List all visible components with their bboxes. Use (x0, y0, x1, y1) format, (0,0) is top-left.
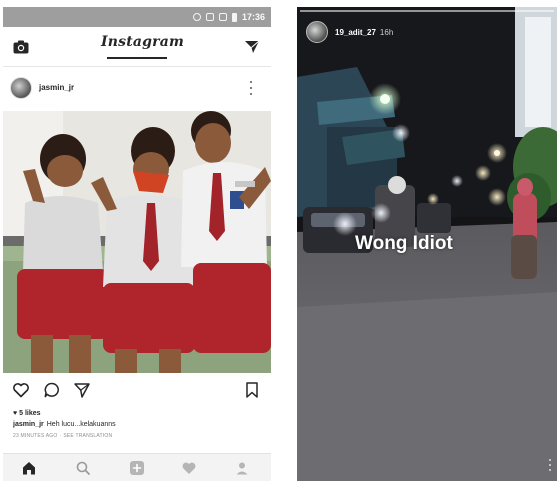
signal-icon (218, 13, 227, 21)
add-post-icon[interactable] (129, 460, 145, 476)
likes-count[interactable]: ♥ 5 likes (13, 410, 41, 417)
profile-icon[interactable] (234, 460, 250, 476)
bottom-nav (3, 453, 271, 481)
story-header[interactable]: 19_adit_27 16h (335, 28, 393, 37)
meta-separator: · (59, 433, 62, 439)
top-bar: Instagram (3, 29, 271, 67)
home-icon[interactable] (21, 460, 37, 476)
status-bar: 17:36 (3, 7, 271, 27)
story-caption: Wong Idiot (355, 233, 453, 254)
camera-icon[interactable] (13, 40, 29, 54)
post-actions (3, 377, 271, 405)
post-meta: 23 MINUTES AGO · SEE TRANSLATION (13, 433, 112, 439)
caption-text: Heh lucu...kelakuanns (46, 421, 116, 428)
direct-message-icon[interactable] (244, 39, 260, 55)
vibrate-icon (205, 13, 214, 21)
story-more-options-icon[interactable] (548, 459, 552, 471)
story-progress-bar (300, 10, 554, 12)
alarm-icon (192, 13, 201, 21)
share-icon[interactable] (73, 381, 91, 399)
story-time-ago: 16h (379, 28, 394, 37)
heart-icon[interactable] (12, 381, 30, 399)
activity-heart-icon[interactable] (181, 460, 197, 476)
bookmark-icon[interactable] (243, 381, 261, 399)
battery-icon (231, 12, 237, 22)
story-username: 19_adit_27 (335, 28, 376, 37)
instagram-story-screen[interactable]: 19_adit_27 16h Wong Idiot (297, 7, 557, 481)
post-time-ago: 23 MINUTES AGO (13, 433, 58, 439)
post-photo-illustration (3, 111, 271, 373)
story-avatar[interactable] (306, 21, 328, 43)
logo-underline (107, 57, 167, 59)
more-options-icon[interactable] (249, 81, 253, 95)
comment-icon[interactable] (43, 381, 61, 399)
post-header: jasmin_jr (3, 71, 271, 107)
see-translation-link[interactable]: SEE TRANSLATION (63, 433, 112, 439)
like-heart-icon: ♥ (13, 410, 18, 417)
status-time: 17:36 (241, 12, 265, 22)
avatar[interactable] (10, 77, 32, 99)
screenshot-stage: 17:36 Instagram jasmin_jr ♥ 5 likes jasm… (0, 0, 557, 481)
instagram-feed-screen: 17:36 Instagram jasmin_jr ♥ 5 likes jasm… (3, 7, 271, 481)
search-icon[interactable] (75, 460, 91, 476)
instagram-logo: Instagram (101, 34, 184, 50)
post-caption: jasmin_jr Heh lucu...kelakuanns (13, 421, 116, 428)
likes-label: 5 likes (19, 410, 41, 417)
post-username[interactable]: jasmin_jr (39, 83, 74, 92)
caption-username[interactable]: jasmin_jr (13, 421, 44, 428)
post-photo[interactable] (3, 111, 271, 373)
